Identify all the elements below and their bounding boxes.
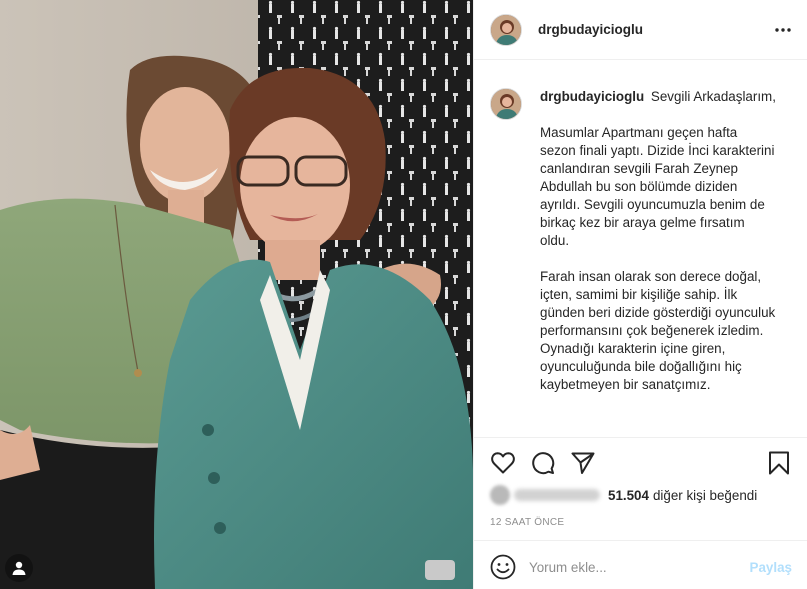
emoji-icon [490, 554, 516, 580]
avatar-image [491, 89, 521, 119]
post-photo[interactable] [0, 0, 473, 589]
user-tag-button[interactable] [5, 554, 33, 582]
caption-paragraph: Masumlar Apartmanı geçen hafta sezon fin… [540, 125, 775, 248]
caption-username-link[interactable]: drgbudayicioglu [540, 89, 644, 104]
like-button[interactable] [490, 450, 516, 476]
caption: drgbudayicioglu Sevgili Arkadaşlarım, Ma… [490, 88, 792, 412]
caption-paragraph: drgbudayicioglu Sevgili Arkadaşlarım, [540, 88, 776, 106]
heart-icon [491, 452, 515, 474]
action-icons [490, 450, 792, 476]
emoji-button[interactable] [490, 554, 516, 580]
comment-button[interactable] [530, 450, 556, 476]
comment-icon [532, 452, 555, 475]
save-button[interactable] [766, 450, 792, 476]
bookmark-icon [769, 451, 789, 475]
avatar[interactable] [490, 88, 522, 120]
send-icon [571, 452, 595, 474]
avatar-image [491, 14, 521, 45]
likes-count[interactable]: 51.504 [608, 488, 649, 503]
post-timestamp[interactable]: 12 SAAT ÖNCE [490, 517, 564, 528]
caption-section: drgbudayicioglu Sevgili Arkadaşlarım, Ma… [474, 61, 807, 437]
user-tag-icon [12, 561, 26, 575]
post-header: drgbudayicioglu [474, 0, 807, 60]
likes-suffix: diğer kişi beğendi [652, 487, 758, 503]
caption-paragraph: Farah insan olarak son derece doğal, içt… [540, 269, 776, 392]
comment-input[interactable] [529, 555, 739, 579]
comment-bar: Paylaş [474, 540, 807, 589]
post-photo-image [0, 0, 473, 589]
liker-avatar[interactable] [490, 485, 510, 505]
share-button[interactable] [570, 450, 596, 476]
caption-greeting: Sevgili Arkadaşlarım, [650, 89, 776, 104]
likes-summary[interactable]: 51.504 diğer kişi beğendi [490, 485, 757, 505]
more-horizontal-icon [775, 28, 791, 32]
username-link[interactable]: drgbudayicioglu [538, 22, 643, 37]
post-comment-button[interactable]: Paylaş [750, 560, 792, 575]
avatar[interactable] [490, 13, 522, 46]
liker-username-blurred[interactable] [514, 489, 600, 501]
caption-text: drgbudayicioglu Sevgili Arkadaşlarım, Ma… [540, 88, 776, 412]
post-actions: 51.504 diğer kişi beğendi 12 SAAT ÖNCE P… [474, 437, 807, 589]
post-side-panel: drgbudayicioglu drgbudayicioglu Sevgili … [473, 0, 807, 589]
more-options-button[interactable] [774, 21, 792, 39]
